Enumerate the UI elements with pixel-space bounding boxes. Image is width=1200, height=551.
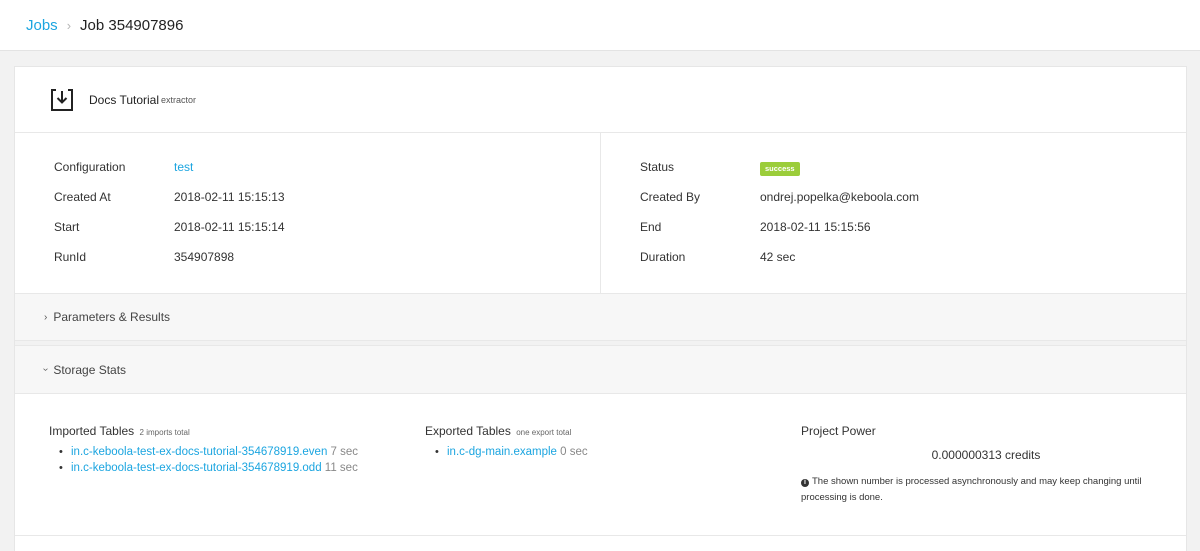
info-icon: i [801, 479, 809, 487]
table-link[interactable]: in.c-dg-main.example [447, 446, 557, 458]
component-name[interactable]: Docs Tutorial [89, 93, 159, 107]
detail-label: RunId [54, 250, 87, 264]
job-details-right: Status success Created By ondrej.popelka… [601, 133, 1186, 293]
storage-stats-body: Imported Tables 2 imports total in.c-keb… [15, 394, 1186, 536]
project-power-note: i The shown number is processed asynchron… [801, 474, 1171, 506]
imported-tables: Imported Tables 2 imports total in.c-keb… [49, 424, 409, 476]
exported-tables-list: in.c-dg-main.example 0 sec [425, 444, 785, 460]
configuration-link[interactable]: test [174, 160, 193, 174]
project-power-title: Project Power [801, 424, 876, 438]
exported-tables: Exported Tables one export total in.c-dg… [425, 424, 785, 460]
page-title: Job 354907896 [80, 16, 184, 34]
exported-tables-title: Exported Tables one export total [425, 424, 785, 438]
breadcrumb-jobs-link[interactable]: Jobs [26, 17, 58, 34]
panel-title: Storage Stats [53, 362, 127, 377]
duration-value: 42 sec [760, 250, 796, 264]
detail-row-end: End 2018-02-11 15:15:56 [640, 220, 1186, 250]
created-at-value: 2018-02-11 15:15:13 [174, 190, 285, 204]
download-box-icon [51, 88, 73, 111]
job-detail-card: Docs Tutorial extractor Configuration te… [14, 66, 1187, 551]
detail-label: Status [640, 160, 675, 174]
component-type: extractor [161, 94, 197, 105]
detail-row-duration: Duration 42 sec [640, 250, 1186, 280]
start-value: 2018-02-11 15:15:14 [174, 220, 285, 234]
component-header: Docs Tutorial extractor [15, 67, 1186, 133]
detail-row-runid: RunId 354907898 [54, 250, 600, 280]
job-details: Configuration test Created At 2018-02-11… [15, 133, 1186, 294]
table-link[interactable]: in.c-keboola-test-ex-docs-tutorial-35467… [71, 462, 322, 474]
detail-row-start: Start 2018-02-11 15:15:14 [54, 220, 600, 250]
table-time: 7 sec [330, 446, 359, 458]
created-by-value: ondrej.popelka@keboola.com [760, 190, 919, 204]
detail-row-created-by: Created By ondrej.popelka@keboola.com [640, 190, 1186, 220]
table-time: 11 sec [324, 462, 358, 474]
chevron-down-icon: › [40, 367, 52, 372]
detail-label: Start [54, 220, 80, 234]
exported-tables-count: one export total [516, 428, 572, 437]
detail-row-configuration: Configuration test [54, 160, 600, 190]
chevron-right-icon: › [44, 311, 48, 323]
detail-label: Created At [54, 190, 111, 204]
detail-row-created-at: Created At 2018-02-11 15:15:13 [54, 190, 600, 220]
table-link[interactable]: in.c-keboola-test-ex-docs-tutorial-35467… [71, 446, 327, 458]
imported-tables-count: 2 imports total [139, 428, 190, 437]
imported-tables-list: in.c-keboola-test-ex-docs-tutorial-35467… [49, 444, 409, 476]
detail-label: End [640, 220, 662, 234]
table-time: 0 sec [560, 446, 588, 458]
breadcrumb: Jobs › Job 354907896 [0, 0, 1200, 51]
detail-label: Configuration [54, 160, 126, 174]
runid-value: 354907898 [174, 250, 235, 264]
project-power-note-text: The shown number is processed asynchrono… [801, 476, 1142, 503]
parameters-results-toggle[interactable]: › Parameters & Results [15, 294, 1186, 341]
list-item: in.c-keboola-test-ex-docs-tutorial-35467… [59, 444, 409, 460]
detail-label: Duration [640, 250, 686, 264]
end-value: 2018-02-11 15:15:56 [760, 220, 871, 234]
imported-tables-title: Imported Tables 2 imports total [49, 424, 409, 438]
exported-tables-heading: Exported Tables [425, 424, 511, 438]
list-item: in.c-dg-main.example 0 sec [435, 444, 785, 460]
storage-stats-toggle[interactable]: › Storage Stats [15, 346, 1186, 394]
breadcrumb-separator-icon: › [66, 17, 72, 33]
job-details-left: Configuration test Created At 2018-02-11… [15, 133, 601, 293]
detail-row-status: Status success [640, 160, 1186, 190]
panel-title: Parameters & Results [53, 310, 171, 324]
detail-label: Created By [640, 190, 701, 204]
list-item: in.c-keboola-test-ex-docs-tutorial-35467… [59, 460, 409, 476]
project-power: Project Power 0.000000313 credits i The s… [801, 424, 1171, 506]
imported-tables-heading: Imported Tables [49, 424, 135, 438]
status-badge: success [760, 162, 800, 176]
project-power-value: 0.000000313 credits [931, 448, 1041, 462]
